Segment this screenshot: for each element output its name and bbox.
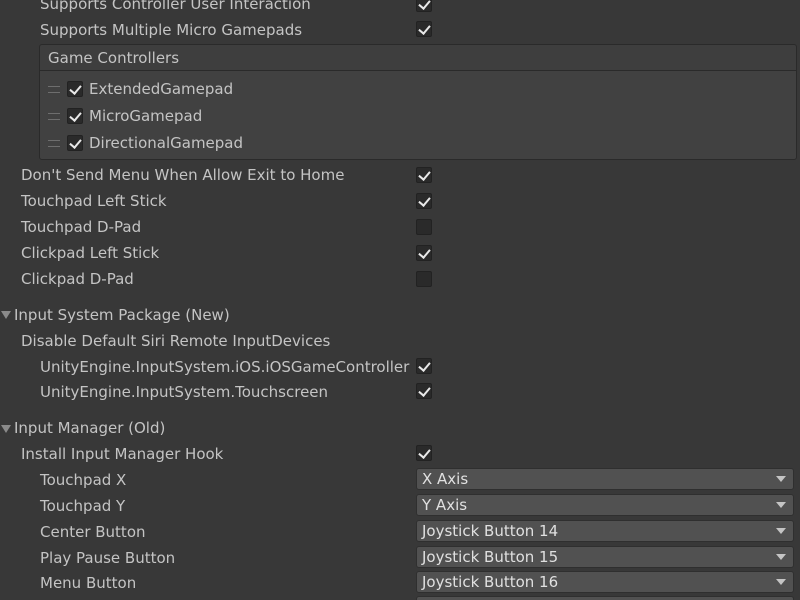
ios-game-controller-label: UnityEngine.InputSystem.iOS.iOSGameContr… bbox=[40, 358, 410, 376]
dropdown-value: Y Axis bbox=[422, 496, 468, 514]
foldout-arrow-icon[interactable] bbox=[1, 425, 11, 433]
dropdown-arrow-icon bbox=[776, 554, 786, 560]
disable-default-siri-label: Disable Default Siri Remote InputDevices bbox=[21, 332, 331, 350]
game-controllers-header-label: Game Controllers bbox=[48, 49, 180, 67]
drag-handle-icon[interactable] bbox=[48, 140, 60, 147]
dropdown-value: Joystick Button 14 bbox=[422, 522, 559, 540]
dropdown-value: Joystick Button 15 bbox=[422, 548, 559, 566]
ios-game-controller-checkbox[interactable] bbox=[416, 358, 432, 374]
extended-gamepad-checkbox[interactable] bbox=[67, 81, 83, 97]
clickpad-left-stick-label: Clickpad Left Stick bbox=[21, 244, 160, 262]
dropdown-arrow-icon bbox=[776, 579, 786, 585]
input-manager-foldout-header[interactable]: Input Manager (Old) bbox=[14, 417, 165, 439]
play-pause-button-dropdown[interactable]: Joystick Button 15 bbox=[416, 546, 794, 568]
supports-multiple-micro-checkbox[interactable] bbox=[416, 21, 432, 37]
touchpad-x-label: Touchpad X bbox=[40, 471, 127, 489]
next-mapping-dropdown[interactable] bbox=[416, 596, 794, 600]
directional-gamepad-checkbox[interactable] bbox=[67, 135, 83, 151]
touchpad-left-stick-checkbox[interactable] bbox=[416, 193, 432, 209]
touchpad-y-dropdown[interactable]: Y Axis bbox=[416, 494, 794, 516]
dropdown-arrow-icon bbox=[776, 528, 786, 534]
dropdown-value: Joystick Button 16 bbox=[422, 573, 559, 591]
drag-handle-icon[interactable] bbox=[48, 113, 60, 120]
supports-multiple-micro-label: Supports Multiple Micro Gamepads bbox=[40, 21, 303, 39]
menu-button-dropdown[interactable]: Joystick Button 16 bbox=[416, 571, 794, 593]
menu-button-label: Menu Button bbox=[40, 574, 137, 592]
touchpad-left-stick-label: Touchpad Left Stick bbox=[21, 192, 167, 210]
touchpad-dpad-checkbox[interactable] bbox=[416, 219, 432, 235]
install-input-manager-hook-checkbox[interactable] bbox=[416, 445, 432, 461]
touchpad-x-dropdown[interactable]: X Axis bbox=[416, 468, 794, 490]
dropdown-arrow-icon bbox=[776, 476, 786, 482]
dropdown-arrow-icon bbox=[776, 502, 786, 508]
drag-handle-icon[interactable] bbox=[48, 86, 60, 93]
touchscreen-label: UnityEngine.InputSystem.Touchscreen bbox=[40, 383, 329, 401]
game-controllers-list: ExtendedGamepad MicroGamepad Directional… bbox=[39, 70, 797, 160]
touchscreen-checkbox[interactable] bbox=[416, 383, 432, 399]
list-item-label: ExtendedGamepad bbox=[89, 80, 234, 98]
micro-gamepad-checkbox[interactable] bbox=[67, 108, 83, 124]
foldout-arrow-icon[interactable] bbox=[1, 311, 11, 319]
clickpad-left-stick-checkbox[interactable] bbox=[416, 245, 432, 261]
dont-send-menu-checkbox[interactable] bbox=[416, 167, 432, 183]
game-controllers-list-header: Game Controllers bbox=[39, 44, 797, 70]
center-button-label: Center Button bbox=[40, 523, 146, 541]
install-input-manager-hook-label: Install Input Manager Hook bbox=[21, 445, 224, 463]
supports-user-interaction-label: Supports Controller User Interaction bbox=[40, 0, 311, 13]
supports-user-interaction-checkbox[interactable] bbox=[416, 0, 432, 12]
input-system-foldout-header[interactable]: Input System Package (New) bbox=[14, 304, 230, 326]
dont-send-menu-label: Don't Send Menu When Allow Exit to Home bbox=[21, 166, 345, 184]
list-item-label: MicroGamepad bbox=[89, 107, 203, 125]
center-button-dropdown[interactable]: Joystick Button 14 bbox=[416, 520, 794, 542]
clickpad-dpad-label: Clickpad D-Pad bbox=[21, 270, 134, 288]
dropdown-value: X Axis bbox=[422, 470, 469, 488]
clickpad-dpad-checkbox[interactable] bbox=[416, 271, 432, 287]
list-item-label: DirectionalGamepad bbox=[89, 134, 244, 152]
touchpad-dpad-label: Touchpad D-Pad bbox=[21, 218, 142, 236]
touchpad-y-label: Touchpad Y bbox=[40, 497, 126, 515]
play-pause-button-label: Play Pause Button bbox=[40, 549, 176, 567]
